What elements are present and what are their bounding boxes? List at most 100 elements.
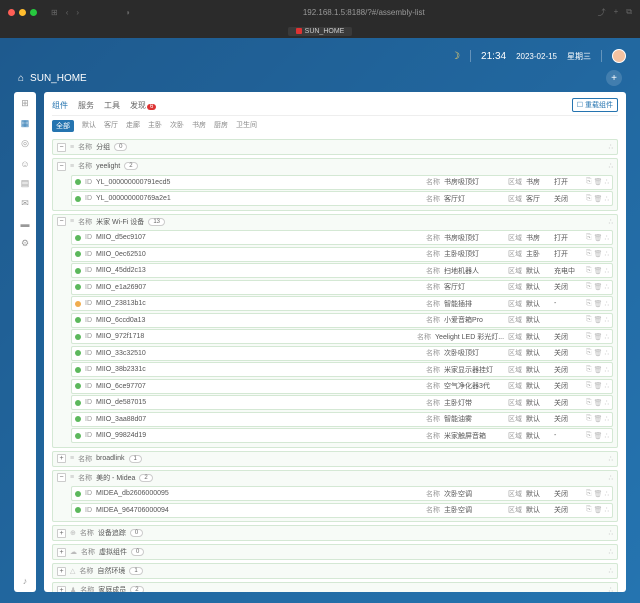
action-icon[interactable]: ∴ xyxy=(609,529,613,537)
delete-icon[interactable]: 🗑 xyxy=(594,333,603,341)
copy-icon[interactable]: ⎘ xyxy=(586,349,592,357)
sidebar-calendar-icon[interactable]: ▤ xyxy=(20,178,31,189)
subtab-study[interactable]: 书房 xyxy=(192,120,206,132)
action-icon[interactable]: ∴ xyxy=(609,548,613,556)
expand-icon[interactable]: + xyxy=(57,586,66,593)
more-icon[interactable]: ∴ xyxy=(605,250,609,258)
copy-icon[interactable]: ⎘ xyxy=(586,300,592,308)
drag-icon[interactable]: △ xyxy=(70,567,75,575)
device-row[interactable]: IDMIIO_38b2331c名称米家显示器挂灯区域默认关闭⎘🗑∴ xyxy=(71,362,613,377)
device-row[interactable]: IDYL_000000000791ecd5名称书房吸顶灯区域书房打开⎘🗑∴ xyxy=(71,175,613,190)
device-row[interactable]: IDMIIO_3aa88d07名称智能油雾区域默认关闭⎘🗑∴ xyxy=(71,412,613,427)
action-icon[interactable]: ∴ xyxy=(609,218,613,226)
delete-icon[interactable]: 🗑 xyxy=(594,234,603,242)
copy-icon[interactable]: ⎘ xyxy=(586,399,592,407)
drag-icon[interactable]: ♟ xyxy=(70,586,76,592)
copy-icon[interactable]: ⎘ xyxy=(586,506,592,514)
tab-discover[interactable]: 发现6 xyxy=(130,100,156,111)
sidebar-toggle-icon[interactable]: ⊞ xyxy=(51,8,58,17)
delete-icon[interactable]: 🗑 xyxy=(594,267,603,275)
more-icon[interactable]: ∴ xyxy=(605,490,609,498)
action-icon[interactable]: ∴ xyxy=(609,586,613,592)
device-row[interactable]: IDMIIO_d5ec9107名称书房吸顶灯区域书房打开⎘🗑∴ xyxy=(71,230,613,245)
copy-icon[interactable]: ⎘ xyxy=(586,267,592,275)
copy-icon[interactable]: ⎘ xyxy=(586,366,592,374)
more-icon[interactable]: ∴ xyxy=(605,316,609,324)
device-row[interactable]: IDMIIO_972f1718名称Yeelight LED 彩光灯...区域默认… xyxy=(71,329,613,344)
more-icon[interactable]: ∴ xyxy=(605,432,609,440)
url-bar[interactable]: 192.168.1.5:8188/?#/assembly-list xyxy=(136,8,592,17)
maximize-window[interactable] xyxy=(30,9,37,16)
expand-icon[interactable]: + xyxy=(57,529,66,538)
more-icon[interactable]: ∴ xyxy=(605,506,609,514)
group-header[interactable]: −≡名称yeelight2∴ xyxy=(53,159,617,173)
drag-icon[interactable]: ≡ xyxy=(70,218,74,225)
more-icon[interactable]: ∴ xyxy=(605,333,609,341)
sidebar-grid-icon[interactable]: ▦ xyxy=(20,118,31,129)
delete-icon[interactable]: 🗑 xyxy=(594,415,603,423)
expand-icon[interactable]: − xyxy=(57,217,66,226)
copy-icon[interactable]: ⎘ xyxy=(586,283,592,291)
drag-icon[interactable]: ≡ xyxy=(70,474,74,481)
delete-icon[interactable]: 🗑 xyxy=(594,283,603,291)
moon-icon[interactable]: ☽ xyxy=(451,51,460,62)
tab-components[interactable]: 组件 xyxy=(52,100,68,111)
tabs-icon[interactable]: ⧉ xyxy=(626,7,632,18)
more-icon[interactable]: ∴ xyxy=(605,195,609,203)
device-row[interactable]: IDMIIO_e1a26907名称客厅灯区域默认关闭⎘🗑∴ xyxy=(71,280,613,295)
expand-icon[interactable]: + xyxy=(57,567,66,576)
delete-icon[interactable]: 🗑 xyxy=(594,250,603,258)
group-header[interactable]: +△名称自然环境1∴ xyxy=(53,564,617,578)
copy-icon[interactable]: ⎘ xyxy=(586,490,592,498)
drag-icon[interactable]: ☁ xyxy=(70,548,77,556)
more-icon[interactable]: ∴ xyxy=(605,415,609,423)
group-header[interactable]: +≡名称broadlink1∴ xyxy=(53,452,617,466)
drag-icon[interactable]: ⊕ xyxy=(70,529,76,537)
action-icon[interactable]: ∴ xyxy=(609,162,613,170)
subtab-living[interactable]: 客厅 xyxy=(104,120,118,132)
copy-icon[interactable]: ⎘ xyxy=(586,432,592,440)
more-icon[interactable]: ∴ xyxy=(605,234,609,242)
action-icon[interactable]: ∴ xyxy=(609,567,613,575)
share-icon[interactable]: ⤴ xyxy=(598,7,606,18)
group-header[interactable]: +♟名称家庭成员2∴ xyxy=(53,583,617,592)
more-icon[interactable]: ∴ xyxy=(605,283,609,291)
subtab-bath[interactable]: 卫生间 xyxy=(236,120,257,132)
device-row[interactable]: IDMIIO_de587015名称主卧灯带区域默认关闭⎘🗑∴ xyxy=(71,395,613,410)
subtab-second[interactable]: 次卧 xyxy=(170,120,184,132)
more-icon[interactable]: ∴ xyxy=(605,300,609,308)
device-row[interactable]: IDMIDEA_964706000094名称主卧空调区域默认关闭⎘🗑∴ xyxy=(71,503,613,518)
copy-icon[interactable]: ⎘ xyxy=(586,316,592,324)
add-button[interactable]: + xyxy=(606,70,622,86)
more-icon[interactable]: ∴ xyxy=(605,382,609,390)
subtab-master[interactable]: 主卧 xyxy=(148,120,162,132)
group-header[interactable]: +⊕名称设备追踪0∴ xyxy=(53,526,617,540)
forward-icon[interactable]: › xyxy=(76,8,79,17)
device-row[interactable]: IDMIIO_33c32510名称次卧吸顶灯区域默认关闭⎘🗑∴ xyxy=(71,346,613,361)
more-icon[interactable]: ∴ xyxy=(605,349,609,357)
copy-icon[interactable]: ⎘ xyxy=(586,178,592,186)
expand-icon[interactable]: + xyxy=(57,548,66,557)
copy-icon[interactable]: ⎘ xyxy=(586,250,592,258)
tab-services[interactable]: 服务 xyxy=(78,100,94,111)
tab-tools[interactable]: 工具 xyxy=(104,100,120,111)
copy-icon[interactable]: ⎘ xyxy=(586,415,592,423)
browser-tab[interactable]: SUN_HOME xyxy=(288,27,353,36)
copy-icon[interactable]: ⎘ xyxy=(586,382,592,390)
device-row[interactable]: IDMIIO_6ce97707名称空气净化器3代区域默认关闭⎘🗑∴ xyxy=(71,379,613,394)
action-icon[interactable]: ∴ xyxy=(609,474,613,482)
group-header[interactable]: +☁名称虚拟组件0∴ xyxy=(53,545,617,559)
group-header[interactable]: −≡名称米家 Wi-Fi 设备13∴ xyxy=(53,215,617,229)
more-icon[interactable]: ∴ xyxy=(605,366,609,374)
delete-icon[interactable]: 🗑 xyxy=(594,490,603,498)
sidebar-apps-icon[interactable]: ⊞ xyxy=(20,98,31,109)
delete-icon[interactable]: 🗑 xyxy=(594,178,603,186)
close-window[interactable] xyxy=(8,9,15,16)
drag-icon[interactable]: ≡ xyxy=(70,455,74,462)
drag-icon[interactable]: ≡ xyxy=(70,144,74,151)
device-row[interactable]: IDMIIO_23813b1c名称智能插排区域默认-⎘🗑∴ xyxy=(71,296,613,311)
subtab-default[interactable]: 默认 xyxy=(82,120,96,132)
expand-icon[interactable]: + xyxy=(57,454,66,463)
sidebar-chat-icon[interactable]: ✉ xyxy=(20,198,31,209)
sidebar-bell-icon[interactable]: ♪ xyxy=(20,575,31,586)
